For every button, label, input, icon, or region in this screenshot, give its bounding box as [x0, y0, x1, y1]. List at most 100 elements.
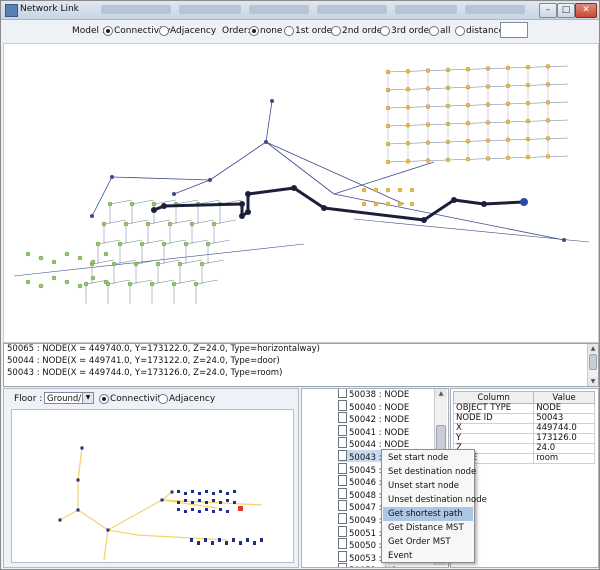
building-node — [409, 201, 415, 207]
order-distance-label[interactable]: distance — [466, 26, 504, 36]
scroll-up-arrow[interactable]: ▲ — [588, 344, 598, 353]
order-distance-radio[interactable] — [455, 26, 465, 36]
taskbar-tab[interactable] — [101, 5, 171, 14]
building-edge — [157, 259, 181, 265]
floor-node — [205, 508, 208, 511]
taskbar-tab[interactable] — [465, 5, 525, 14]
network-edge — [173, 179, 211, 195]
path-node — [245, 191, 251, 197]
order-1st-label[interactable]: 1st order — [295, 26, 336, 36]
building-node — [177, 261, 183, 267]
taskbar-tab[interactable] — [395, 5, 457, 14]
model-label: Model : — [72, 26, 105, 36]
taskbar-tab[interactable] — [179, 5, 241, 14]
order-all-radio[interactable] — [429, 26, 439, 36]
menu-event[interactable]: Event — [383, 549, 473, 563]
distance-input[interactable] — [500, 22, 528, 38]
taskbar-tab[interactable] — [317, 5, 387, 14]
file-icon — [338, 424, 347, 436]
building-node — [385, 159, 391, 165]
tree-node-item[interactable]: 50044 : NODE — [338, 437, 409, 450]
table-row[interactable]: Y 173126.0 — [452, 433, 595, 444]
network-3d-graph[interactable] — [4, 44, 598, 342]
building-edge — [107, 279, 131, 285]
order-all-label[interactable]: all — [440, 26, 451, 36]
menu-unset-destination-node[interactable]: Unset destination node — [383, 493, 487, 507]
tree-node-item[interactable]: 50041 : NODE — [338, 424, 410, 438]
menu-get-shortest-path[interactable]: Get shortest path — [383, 507, 473, 521]
close-button[interactable]: ✕ — [575, 3, 597, 18]
floor-node — [212, 510, 215, 513]
scroll-thumb[interactable] — [436, 425, 446, 451]
network-edge — [265, 100, 273, 143]
menu-unset-start-node[interactable]: Unset start node — [383, 479, 473, 493]
scroll-down-arrow[interactable]: ▼ — [588, 377, 598, 386]
floor-adjacency-radio[interactable] — [158, 394, 168, 404]
floor-edge — [77, 509, 109, 531]
table-row[interactable]: OBJECT TYPE NODE — [452, 403, 595, 414]
tree-node-item[interactable]: 50052 : NO — [338, 563, 397, 567]
floor-label: Floor : — [14, 394, 43, 404]
menu-set-destination-node[interactable]: Set destination node — [383, 465, 476, 479]
building-node — [361, 201, 367, 207]
path-node — [451, 197, 457, 203]
order-3rd-radio[interactable] — [380, 26, 390, 36]
tree-node-label: 50041 : NODE — [349, 427, 410, 438]
minimize-button[interactable]: – — [539, 3, 557, 18]
table-row[interactable]: NODE ID 50043 — [452, 413, 595, 424]
floor-plan-view[interactable] — [11, 409, 294, 563]
chevron-down-icon[interactable]: ▼ — [82, 393, 93, 403]
floor-node — [233, 501, 236, 504]
floor-plan-graph[interactable] — [12, 410, 293, 562]
building-node — [199, 261, 205, 267]
table-row[interactable]: X 449744.0 — [452, 423, 595, 434]
column-header[interactable]: Column — [452, 391, 535, 404]
column-header[interactable]: Value — [533, 391, 595, 404]
order-3rd-label[interactable]: 3rd order — [391, 26, 433, 36]
menu-get-order-mst[interactable]: Get Order MST — [383, 535, 473, 549]
tree-node-item[interactable]: 50042 : NODE — [338, 412, 409, 425]
building-node — [525, 154, 531, 160]
floor-node — [177, 501, 180, 504]
building-edge — [169, 219, 193, 225]
model-adjacency-radio[interactable] — [159, 26, 169, 36]
building-node — [127, 281, 133, 287]
file-icon — [338, 475, 347, 487]
scroll-up-arrow[interactable]: ▲ — [435, 389, 447, 398]
floor-node — [177, 508, 180, 511]
tree-node-item[interactable]: 50040 : NODE — [338, 399, 409, 413]
order-none-radio[interactable] — [249, 26, 259, 36]
floor-node — [226, 499, 229, 502]
scroll-thumb[interactable] — [589, 354, 597, 370]
building-edge — [131, 199, 155, 205]
building-edge — [213, 219, 237, 225]
floor-node — [198, 499, 201, 502]
floor-connectivity-radio[interactable] — [99, 394, 109, 404]
maximize-button[interactable]: □ — [557, 3, 575, 18]
log-scrollbar[interactable]: ▲ ▼ — [587, 344, 598, 386]
property-name: X — [452, 423, 535, 434]
floor-node — [219, 508, 222, 511]
building-node — [373, 187, 379, 193]
network-link-window: Network Link – □ ✕ Model : Connectivity … — [0, 0, 600, 570]
menu-set-start-node[interactable]: Set start node — [383, 451, 473, 465]
floor-adjacency-label[interactable]: Adjacency — [169, 394, 215, 404]
taskbar-tab[interactable] — [249, 5, 309, 14]
floor-node — [184, 499, 187, 502]
building-node — [111, 261, 117, 267]
menu-get-distance-mst[interactable]: Get Distance MST — [383, 521, 473, 535]
order-none-label[interactable]: none — [260, 26, 282, 36]
model-adjacency-label[interactable]: Adjacency — [170, 26, 216, 36]
model-connectivity-radio[interactable] — [103, 26, 113, 36]
network-node — [110, 175, 114, 179]
order-1st-radio[interactable] — [284, 26, 294, 36]
order-2nd-radio[interactable] — [331, 26, 341, 36]
floor-select[interactable]: Ground/1F ▼ — [44, 392, 94, 404]
file-icon — [338, 538, 347, 550]
floor-node — [160, 498, 164, 502]
tree-node-item[interactable]: 50038 : NODE — [338, 389, 409, 400]
building-node — [425, 158, 431, 163]
building-edge — [195, 279, 219, 285]
node-context-menu: Set start node Set destination node Unse… — [381, 449, 487, 563]
network-3d-view[interactable] — [3, 43, 599, 343]
